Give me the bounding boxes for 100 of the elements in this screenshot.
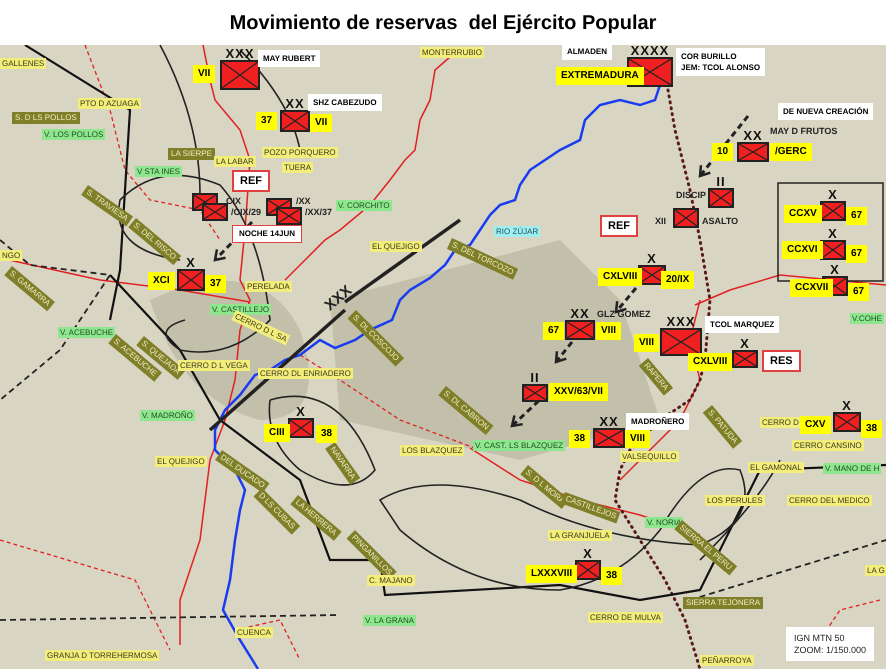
town-label: CERRO D L VEGA [178,360,250,371]
town-label: MONTERRUBIO [420,47,484,58]
echelon-marker: X [842,399,852,412]
town-label: CERRO DE MULVA [588,612,663,623]
town-label: GALLENES [0,58,46,69]
unit-label: MAY D FRUTOS [770,126,838,136]
vertex-label: V. LA GRANA [363,615,416,626]
unit-tag: CIII [264,424,290,442]
vertex-label: V.COHE [850,313,884,324]
unit-tag: VIII [625,430,650,448]
unit-note: MADROÑERO [626,413,690,430]
echelon-marker: II [530,371,540,384]
status-marker: RES [762,350,801,372]
unit-note: DE NUEVA CREACIÓN [778,103,874,120]
unit-tag: 67 [846,207,868,225]
unit-note: TCOL MARQUEZ [705,316,780,333]
unit-tag: 38 [861,420,882,438]
town-label: EL GAMONAL [748,462,804,473]
unit-tag: 38 [601,567,622,585]
town-label: NGO [0,250,22,261]
unit-label: /XX/37 [305,207,332,217]
town-label: LA LABAR [214,156,256,167]
unit-tag: EXTREMADURA [556,67,644,85]
unit-tag: 67 [848,283,870,301]
unit-tag: 67 [543,322,564,340]
unit-tag: CXLVIII [688,353,732,371]
vertex-label: V. MANO DE H [823,463,882,474]
map-source-note: IGN MTN 50 ZOOM: 1/150.000 [786,627,874,661]
town-label: EL QUEJIGO [370,241,422,252]
echelon-marker: XX [599,415,619,428]
vertex-label: V. CASTILLEJO [210,304,272,315]
unit-tag: 67 [846,245,868,263]
vertex-label: V. CORCHITO [336,200,392,211]
unit-tag: XXV/63/VII [549,383,608,401]
town-label: POZO PORQUERO [262,147,338,158]
town-label: PEÑARROYA [700,655,754,666]
echelon-marker: X [296,405,306,418]
echelon-marker: X [186,256,196,269]
vertex-label: V. ACEBUCHE [58,327,116,338]
range-label: SIERRA TEJONERA [683,597,764,609]
map-title: Movimiento de reservas del Ejército Popular [230,10,656,36]
echelon-marker: XXXX [630,44,670,57]
town-label: EL QUEJIGO [155,456,207,467]
unit-label: GLZ GOMEZ [597,309,650,319]
unit-tag: 38 [569,430,590,448]
town-label: LOS PERULES [705,495,765,506]
town-label: CERRO DEL MEDICO [787,495,872,506]
time-note: NOCHE 14JUN [232,225,302,243]
echelon-marker: XX [743,129,763,142]
unit-tag: 37 [205,275,226,293]
unit-tag: CCXVII [790,279,834,297]
town-label: LA GRANJUELA [548,530,612,541]
river-label: RIO ZÚJAR [494,226,540,237]
echelon-marker: XXX [666,315,696,328]
status-marker: REF [600,215,638,237]
vertex-label: V STA INES [135,166,182,177]
vertex-label: V. MADROÑO [140,410,195,421]
town-label: PERELADA [245,281,292,292]
unit-tag: VIII [634,334,660,352]
unit-note: MAY RUBERT [258,50,320,67]
echelon-marker: X [828,188,838,201]
town-label: LA G [865,565,886,576]
unit-tag: VII [193,65,216,83]
status-marker: REF [232,170,270,192]
unit-tag: CXLVIII [598,268,642,286]
unit-note: COR BURILLO JEM: TCOL ALONSO [676,48,766,76]
echelon-marker: X [830,263,840,276]
unit-tag: 37 [256,112,278,130]
echelon-marker: X [828,227,838,240]
unit-tag: XCI [148,272,175,290]
unit-tag: CXV [800,416,831,434]
unit-tag: /GERC [770,143,812,161]
echelon-marker: II [716,175,726,188]
unit-label: ASALTO [702,216,738,226]
town-label: TUERA [282,162,314,173]
unit-tag: VII [310,114,332,132]
town-label: PTO D AZUAGA [78,98,141,109]
unit-label: DISCIP [676,190,706,200]
vertex-label: V. LOS POLLOS [42,129,106,140]
unit-tag: VIII [596,322,622,340]
town-label: LOS BLAZQUEZ [400,445,464,456]
echelon-marker: X [583,547,593,560]
unit-tag: 38 [316,425,338,443]
town-label: GRANJA D TORREHERMOSA [45,650,160,661]
echelon-marker: X [740,337,750,350]
unit-tag: CCXVI [782,241,823,259]
range-label: S. D LS POLLOS [12,112,80,124]
unit-tag: CCXV [784,205,822,223]
echelon-marker: X [647,252,657,265]
town-label: CERRO CANSINO [792,440,864,451]
unit-tag: 20/IX [661,271,694,289]
town-label: VALSEQUILLO [620,451,679,462]
echelon-marker: XX [285,97,305,110]
unit-label: XII [655,216,666,226]
unit-tag: LXXXVIII [526,565,578,583]
town-label: CERRO D [760,417,801,428]
unit-label: /XX [296,196,311,206]
town-label: CERRO DL ENRIADERO [258,368,353,379]
town-label: C. MAJANO [367,575,415,586]
town-label: CUENCA [235,627,273,638]
